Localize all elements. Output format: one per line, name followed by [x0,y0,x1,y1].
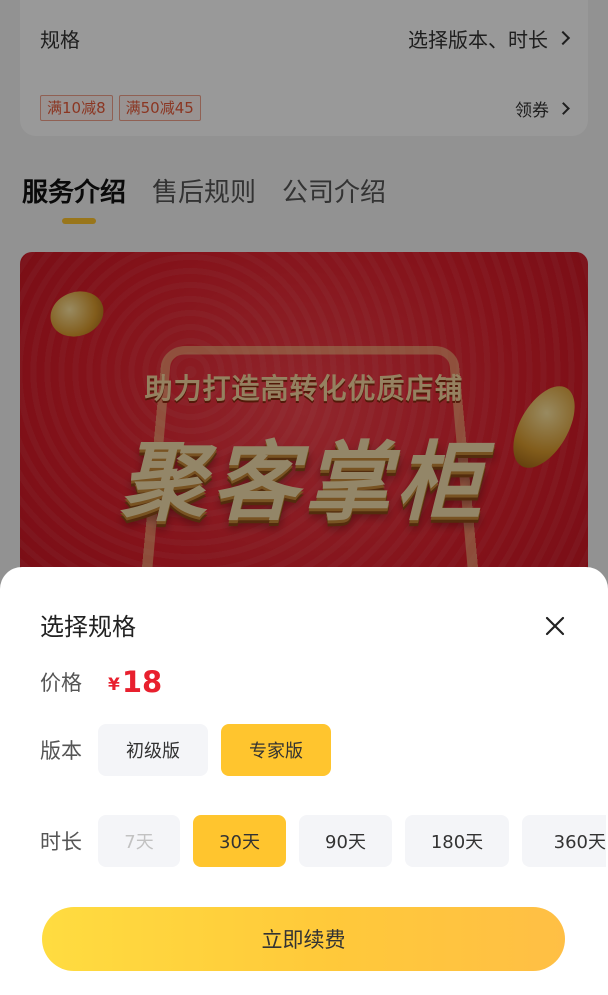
duration-option-180[interactable]: 180天 [405,815,509,867]
close-button[interactable] [540,611,570,641]
duration-label: 时长 [40,830,82,854]
close-icon [545,616,565,636]
duration-row: 时长 7天 30天 90天 180天 360天 [40,815,606,867]
duration-option-360[interactable]: 360天 [522,815,606,867]
spec-select-sheet: 选择规格 价格 ¥ 18 版本 初级版 专家版 时长 7天 30天 90天 18… [0,567,608,995]
sheet-title: 选择规格 [40,613,136,641]
version-option-basic[interactable]: 初级版 [98,724,208,776]
version-option-expert[interactable]: 专家版 [221,724,331,776]
price-value: 18 [121,665,163,699]
renew-button[interactable]: 立即续费 [42,907,565,971]
price-label: 价格 [40,671,82,695]
price-currency: ¥ [108,675,120,695]
duration-option-90[interactable]: 90天 [299,815,392,867]
version-label: 版本 [40,739,82,763]
duration-option-7[interactable]: 7天 [98,815,180,867]
price-row: 价格 ¥ 18 [40,665,162,699]
version-row: 版本 初级版 专家版 [40,724,344,776]
duration-option-30[interactable]: 30天 [193,815,286,867]
